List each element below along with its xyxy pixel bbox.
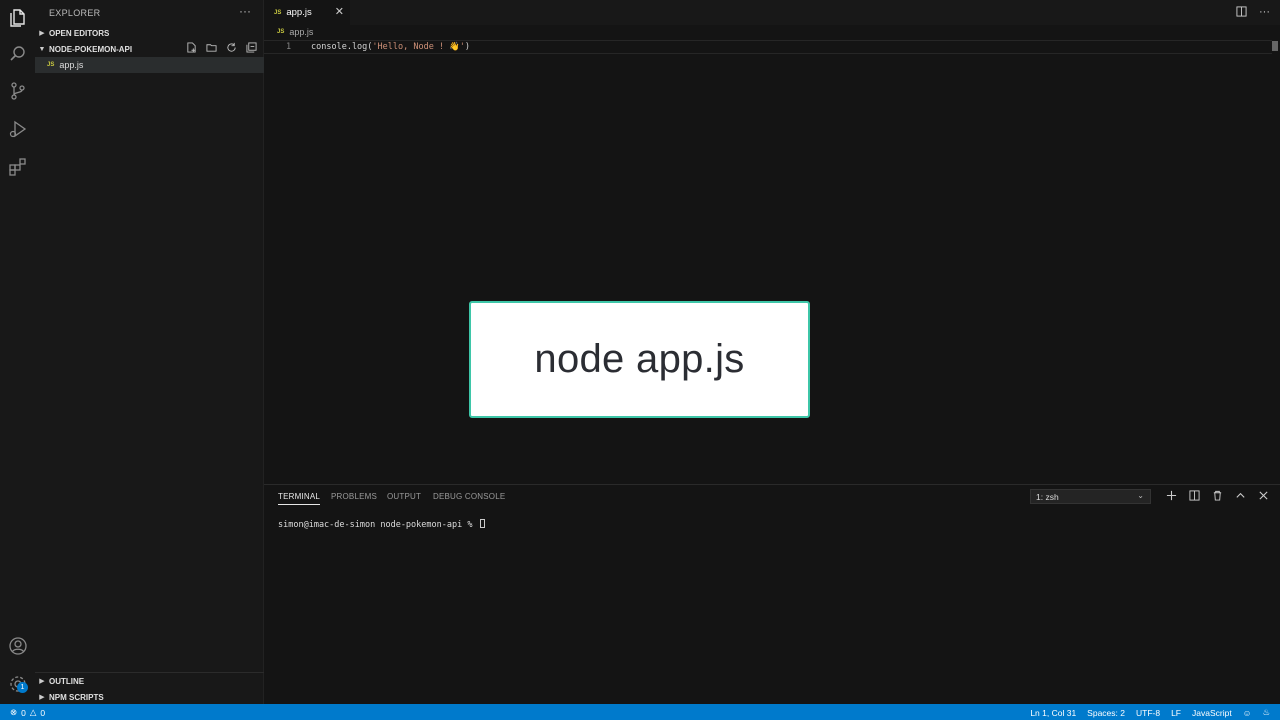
tab-problems[interactable]: PROBLEMS — [331, 492, 377, 501]
explorer-more-actions-icon[interactable]: ··· — [239, 4, 251, 18]
error-count: 0 — [21, 707, 26, 718]
tab-app-js[interactable]: JS app.js ✕ — [264, 0, 350, 25]
scrollbar-marker[interactable] — [1272, 41, 1278, 51]
extensions-icon[interactable] — [0, 149, 35, 185]
chevron-down-icon: ▼ — [38, 45, 46, 53]
open-editors-section[interactable]: ▶ OPEN EDITORS — [35, 25, 264, 41]
shell-name: 1: zsh — [1036, 491, 1059, 502]
maximize-panel-icon[interactable] — [1233, 488, 1247, 502]
file-name: app.js — [59, 60, 84, 70]
new-folder-icon[interactable] — [205, 41, 218, 54]
cursor-position[interactable]: Ln 1, Col 31 — [1030, 708, 1076, 718]
overlay-text: node app.js — [534, 337, 745, 381]
split-editor-icon[interactable] — [1236, 6, 1247, 20]
open-editors-label: OPEN EDITORS — [49, 28, 110, 38]
js-file-icon: JS — [274, 9, 282, 16]
settings-badge: 1 — [17, 682, 28, 693]
code-close: ) — [464, 42, 471, 52]
more-actions-icon[interactable]: ··· — [1259, 6, 1270, 20]
feedback-icon[interactable]: ☺ — [1243, 708, 1252, 718]
code-line-1[interactable]: console.log('Hello, Node ! 👋') — [311, 42, 470, 52]
explorer-title: EXPLORER — [49, 8, 101, 18]
chevron-right-icon: ▶ — [39, 678, 45, 685]
search-icon[interactable] — [0, 36, 35, 72]
file-item-app-js[interactable]: JS app.js — [35, 57, 264, 73]
bell-icon[interactable]: ♨ — [1262, 707, 1270, 718]
tab-terminal[interactable]: TERMINAL — [278, 492, 321, 505]
editor-actions: ··· — [1236, 6, 1270, 20]
line-number: 1 — [286, 42, 292, 52]
outline-section[interactable]: ▶ OUTLINE — [35, 673, 264, 689]
tab-output[interactable]: OUTPUT — [387, 492, 421, 501]
project-folder-section[interactable]: ▼ NODE-POKEMON-API — [35, 41, 264, 57]
chevron-down-icon: ⌄ — [1137, 491, 1144, 500]
breadcrumb-file: app.js — [289, 27, 314, 37]
terminal-cursor — [479, 519, 485, 528]
npm-scripts-label: NPM SCRIPTS — [49, 692, 104, 702]
outline-label: OUTLINE — [49, 676, 85, 686]
js-file-icon: JS — [47, 62, 55, 68]
chevron-right-icon: ▶ — [39, 30, 45, 37]
prompt-text: simon@imac-de-simon node-pokemon-api % — [278, 520, 478, 530]
folder-actions — [185, 41, 258, 54]
trash-icon[interactable] — [1210, 488, 1224, 502]
problems-status[interactable]: ⊗ 0 △ 0 — [10, 707, 45, 718]
npm-scripts-section[interactable]: ▶ NPM SCRIPTS — [35, 689, 264, 705]
status-right: Ln 1, Col 31 Spaces: 2 UTF-8 LF JavaScri… — [1030, 707, 1270, 718]
source-control-icon[interactable] — [0, 73, 35, 109]
tab-debug-console[interactable]: DEBUG CONSOLE — [433, 492, 505, 501]
status-bar: ⊗ 0 △ 0 Ln 1, Col 31 Spaces: 2 UTF-8 LF … — [0, 704, 1280, 720]
code-string: 'Hello, Node ! 👋' — [372, 42, 465, 52]
error-icon: ⊗ — [10, 707, 18, 717]
encoding[interactable]: UTF-8 — [1136, 708, 1160, 718]
close-icon[interactable]: ✕ — [335, 5, 344, 18]
warning-count: 0 — [40, 707, 46, 718]
editor-tab-bar: JS app.js ✕ ··· — [264, 0, 1280, 25]
new-terminal-icon[interactable] — [1164, 488, 1178, 502]
account-icon[interactable] — [0, 628, 35, 664]
project-folder-label: NODE-POKEMON-API — [49, 44, 133, 54]
close-panel-icon[interactable] — [1256, 488, 1270, 502]
warning-icon: △ — [29, 707, 37, 717]
activity-bar — [0, 0, 35, 704]
tab-label: app.js — [286, 7, 312, 18]
indentation[interactable]: Spaces: 2 — [1087, 708, 1125, 718]
split-terminal-icon[interactable] — [1187, 488, 1201, 502]
explorer-sidebar: EXPLORER ··· ▶ OPEN EDITORS ▼ NODE-POKEM… — [35, 0, 264, 704]
run-debug-icon[interactable] — [0, 111, 35, 147]
files-icon[interactable] — [0, 0, 35, 36]
terminal-panel: TERMINAL PROBLEMS OUTPUT DEBUG CONSOLE 1… — [264, 484, 1280, 704]
end-of-line[interactable]: LF — [1171, 708, 1181, 718]
panel-actions — [1164, 488, 1270, 502]
code-call: console.log( — [311, 42, 373, 52]
chevron-right-icon: ▶ — [39, 694, 45, 701]
new-file-icon[interactable] — [185, 41, 198, 54]
refresh-icon[interactable] — [225, 41, 238, 54]
js-file-icon: JS — [277, 29, 285, 35]
terminal-shell-select[interactable]: 1: zsh ⌄ — [1030, 489, 1151, 504]
command-overlay-card: node app.js — [469, 301, 810, 418]
breadcrumb[interactable]: JS app.js — [277, 27, 313, 37]
terminal-prompt[interactable]: simon@imac-de-simon node-pokemon-api % — [278, 519, 485, 530]
language-mode[interactable]: JavaScript — [1192, 708, 1232, 718]
collapse-all-icon[interactable] — [245, 41, 258, 54]
